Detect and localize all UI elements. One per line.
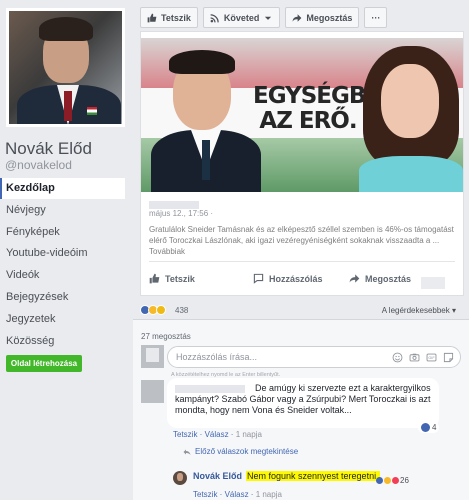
nav-item-about[interactable]: Névjegy bbox=[0, 200, 125, 221]
banner-slogan: EGYSÉGBEN AZ ERŐ. bbox=[253, 83, 399, 134]
shared-post-info: május 12., 17:56 · Gratulálok Sneider Ta… bbox=[149, 197, 455, 257]
post-like-button[interactable]: Tetszik bbox=[149, 273, 195, 284]
banner-slogan-line1: EGYSÉGBEN bbox=[253, 83, 399, 109]
comment-bubble-icon bbox=[253, 273, 264, 284]
share-arrow-icon bbox=[349, 274, 360, 283]
reply-reaction-count: 26 bbox=[400, 476, 409, 485]
nav-item-youtube-videos[interactable]: Youtube-videóim bbox=[0, 243, 125, 264]
comment-bubble: De amúgy ki szervezte ezt a karaktergyil… bbox=[167, 378, 439, 428]
nav-item-photos[interactable]: Fényképek bbox=[0, 222, 125, 243]
profile-handle[interactable]: @novakelod bbox=[5, 158, 72, 172]
emoji-icon[interactable] bbox=[392, 352, 403, 363]
page-like-button[interactable]: Tetszik bbox=[140, 7, 198, 28]
comment-text: De amúgy ki szervezte ezt a karaktergyil… bbox=[175, 383, 431, 415]
page-share-label: Megosztás bbox=[306, 12, 353, 23]
reactions-count[interactable]: 438 bbox=[175, 306, 188, 315]
reactions-bar: 438 A legérdekesebbek bbox=[140, 303, 464, 319]
comment-composer[interactable]: GIF bbox=[167, 346, 461, 368]
reply-reply-link[interactable]: Válasz bbox=[225, 490, 249, 499]
reply-reactions[interactable]: 26 bbox=[376, 476, 409, 485]
reply-time[interactable]: 1 napja bbox=[256, 490, 282, 499]
comment-sort-dropdown[interactable]: A legérdekesebbek bbox=[382, 306, 456, 315]
like-reaction-icon bbox=[376, 477, 383, 484]
post-comment-button[interactable]: Hozzászólás bbox=[253, 273, 323, 284]
nav-item-home[interactable]: Kezdőlap bbox=[0, 178, 125, 199]
comment-like-link[interactable]: Tetszik bbox=[173, 430, 197, 439]
banner-slogan-line2: AZ ERŐ. bbox=[259, 108, 357, 134]
reply-arrow-icon bbox=[183, 449, 191, 455]
rss-icon bbox=[210, 13, 219, 22]
gif-icon[interactable]: GIF bbox=[426, 352, 437, 363]
post-text: Gratulálok Sneider Tamásnak és az elképe… bbox=[149, 225, 454, 256]
comment-reaction-count: 4 bbox=[432, 423, 437, 432]
post-share-button[interactable]: Megosztás bbox=[349, 273, 411, 284]
post-comment-label: Hozzászólás bbox=[269, 273, 323, 284]
divider bbox=[149, 261, 455, 262]
left-column: Novák Előd @novakelod Kezdőlap Névjegy F… bbox=[0, 0, 133, 500]
chevron-down-icon bbox=[265, 16, 272, 20]
page-actions-bar: Tetszik Követed Megosztás ··· bbox=[140, 7, 388, 28]
comment-reply-link[interactable]: Válasz bbox=[205, 430, 229, 439]
nav-item-notes[interactable]: Jegyzetek bbox=[0, 309, 125, 330]
composer-icons: GIF bbox=[392, 352, 454, 363]
following-button[interactable]: Követed bbox=[202, 7, 281, 28]
post-share-label: Megosztás bbox=[365, 273, 412, 284]
nav-item-posts[interactable]: Bejegyzések bbox=[0, 287, 125, 308]
comment-meta: Tetszik · Válasz · 1 napja bbox=[173, 430, 262, 439]
post-actions: Tetszik Hozzászólás Megosztás bbox=[141, 273, 463, 293]
page-nav: Kezdőlap Névjegy Fényképek Youtube-videó… bbox=[0, 178, 125, 352]
woman-portrait bbox=[359, 46, 463, 192]
man-portrait bbox=[151, 50, 261, 192]
nav-item-community[interactable]: Közösség bbox=[0, 331, 125, 352]
following-label: Követed bbox=[223, 12, 260, 23]
thumbs-up-icon bbox=[147, 13, 157, 22]
shares-count[interactable]: 27 megosztás bbox=[141, 332, 191, 341]
audience-selector-redacted[interactable] bbox=[421, 277, 445, 289]
commenter-avatar-redacted[interactable] bbox=[141, 380, 164, 403]
comment-reactions[interactable]: 4 bbox=[418, 422, 440, 433]
sad-reaction-icon bbox=[156, 305, 166, 315]
create-page-button[interactable]: Oldal létrehozása bbox=[6, 355, 82, 372]
haha-reaction-icon bbox=[384, 477, 391, 484]
page-share-button[interactable]: Megosztás bbox=[285, 7, 360, 28]
reaction-icons[interactable] bbox=[140, 305, 166, 315]
profile-picture[interactable] bbox=[6, 8, 125, 127]
comment-input[interactable] bbox=[176, 352, 376, 362]
comment-time[interactable]: 1 napja bbox=[236, 430, 262, 439]
page-like-label: Tetszik bbox=[161, 12, 191, 23]
post-date[interactable]: május 12., 17:56 · bbox=[149, 209, 213, 218]
more-dots-icon: ··· bbox=[371, 12, 381, 23]
nav-item-videos[interactable]: Videók bbox=[0, 265, 125, 286]
post-like-label: Tetszik bbox=[165, 273, 195, 284]
reply-like-link[interactable]: Tetszik bbox=[193, 490, 217, 499]
shared-author-name-redacted[interactable] bbox=[149, 201, 199, 209]
camera-icon[interactable] bbox=[409, 352, 420, 363]
thumbs-up-icon bbox=[149, 273, 160, 284]
post-card: EGYSÉGBEN AZ ERŐ. május 12., 17:56 · Gra… bbox=[140, 31, 464, 296]
share-arrow-icon bbox=[292, 13, 302, 22]
more-options-button[interactable]: ··· bbox=[364, 7, 388, 28]
profile-name[interactable]: Novák Előd bbox=[5, 139, 92, 159]
sticker-icon[interactable] bbox=[443, 352, 454, 363]
svg-text:GIF: GIF bbox=[428, 356, 435, 360]
composer-avatar bbox=[141, 345, 164, 368]
post-image[interactable]: EGYSÉGBEN AZ ERŐ. bbox=[141, 38, 463, 192]
reply-author-avatar[interactable] bbox=[173, 471, 187, 485]
love-reaction-icon bbox=[392, 477, 399, 484]
comments-panel: 27 megosztás GIF A közzétételhez nyomd l… bbox=[133, 320, 469, 500]
reply-author-name[interactable]: Novák Előd bbox=[193, 471, 242, 481]
view-earlier-replies-label: Előző válaszok megtekintése bbox=[195, 447, 299, 456]
like-reaction-icon bbox=[421, 423, 430, 432]
view-earlier-replies[interactable]: Előző válaszok megtekintése bbox=[183, 447, 298, 456]
reply-meta: Tetszik · Válasz · 1 napja bbox=[193, 490, 282, 499]
reply-text: Nem fogunk szennyest teregetni. bbox=[246, 471, 380, 481]
